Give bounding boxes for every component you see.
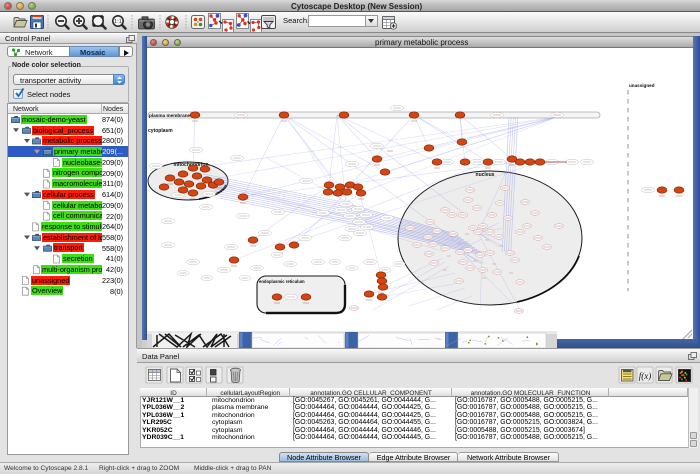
svg-text:endoplasmic reticulum: endoplasmic reticulum: [259, 279, 305, 284]
svg-text:plasma membrane: plasma membrane: [149, 113, 191, 118]
svg-text:unassigned: unassigned: [629, 83, 655, 88]
svg-text:cytoplasm: cytoplasm: [148, 128, 173, 134]
svg-text:f(x): f(x): [639, 371, 652, 381]
svg-text:nucleus: nucleus: [476, 172, 495, 178]
